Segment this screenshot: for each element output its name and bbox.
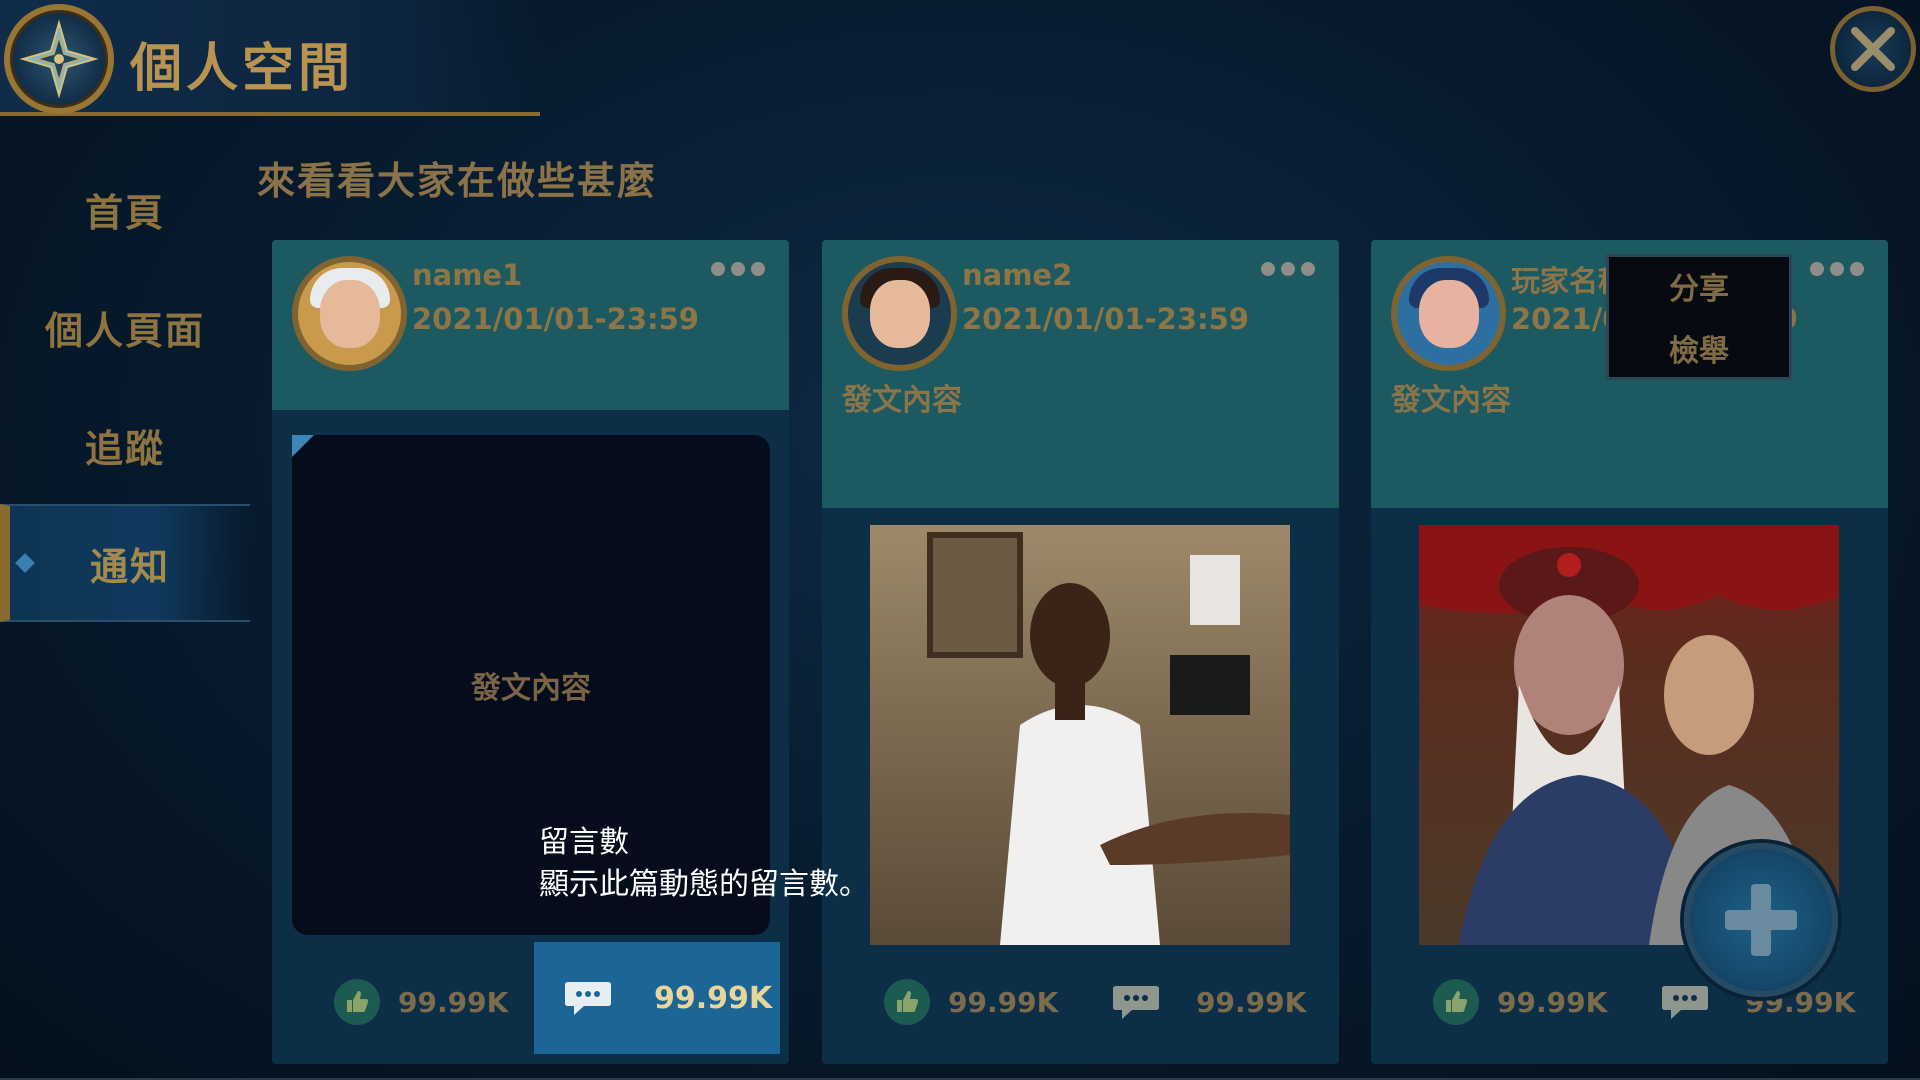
like-count: 99.99K — [948, 985, 1059, 1019]
thumbs-up-icon — [334, 979, 380, 1025]
post-header: name1 2021/01/01-23:59 — [272, 240, 789, 410]
close-icon — [1851, 27, 1895, 71]
sidebar-item-home[interactable]: 首頁 — [0, 150, 250, 268]
menu-item-share[interactable]: 分享 — [1669, 264, 1729, 308]
more-dots-icon — [731, 262, 745, 276]
more-dots-icon — [1281, 262, 1295, 276]
post-image-content — [927, 532, 1290, 945]
more-dots-icon — [1810, 262, 1824, 276]
active-indicator-icon — [15, 553, 35, 573]
plus-icon — [1725, 884, 1797, 956]
post-timestamp: 2021/01/01-23:59 — [962, 302, 1249, 336]
thumbs-up-icon — [1433, 979, 1479, 1025]
post-body-text: 發文內容 — [471, 671, 591, 706]
more-dots-icon — [1301, 262, 1315, 276]
sidebar-item-label: 個人頁面 — [44, 308, 205, 353]
post-header: name2 2021/01/01-23:59 發文內容 — [822, 240, 1339, 508]
more-options-button[interactable] — [707, 256, 769, 282]
avatar[interactable] — [292, 256, 407, 371]
like-stat[interactable]: 99.99K — [884, 970, 1058, 1034]
more-options-button[interactable] — [1257, 256, 1319, 282]
add-post-button[interactable] — [1684, 843, 1838, 997]
more-options-button[interactable] — [1806, 256, 1868, 282]
more-dots-icon — [1830, 262, 1844, 276]
page-title: 個人空間 — [130, 39, 355, 99]
post-card[interactable]: name1 2021/01/01-23:59 發文內容 99.99K 99.99… — [272, 240, 789, 1064]
post-image[interactable] — [870, 525, 1290, 945]
comment-stat[interactable]: 99.99K — [534, 942, 780, 1054]
comment-count: 99.99K — [654, 980, 773, 1016]
sidebar: 首頁 個人頁面 追蹤 通知 — [0, 150, 250, 622]
header-bar: 個人空間 — [0, 0, 540, 116]
like-count: 99.99K — [1497, 985, 1608, 1019]
avatar-face — [870, 280, 930, 348]
post-card[interactable]: name2 2021/01/01-23:59 發文內容 99.99K 99.99… — [822, 240, 1339, 1064]
post-content-label: 發文內容 — [1391, 383, 1511, 418]
avatar-face — [320, 280, 380, 348]
corner-marker-icon — [292, 435, 314, 457]
comment-bubble-icon — [565, 982, 611, 1015]
sidebar-item-label: 追蹤 — [84, 426, 165, 471]
post-timestamp: 2021/01/01-23:59 — [412, 302, 699, 336]
more-dots-icon — [1850, 262, 1864, 276]
sidebar-item-label: 首頁 — [84, 190, 165, 235]
sidebar-item-profile[interactable]: 個人頁面 — [0, 268, 250, 386]
like-count: 99.99K — [398, 985, 509, 1019]
sidebar-item-label: 通知 — [89, 544, 170, 589]
comment-bubble-icon — [1662, 986, 1708, 1019]
avatar[interactable] — [1391, 256, 1506, 371]
comment-bubble-icon — [1113, 986, 1159, 1019]
menu-item-report[interactable]: 檢舉 — [1669, 326, 1729, 370]
like-stat[interactable]: 99.99K — [1433, 970, 1607, 1034]
sidebar-item-following[interactable]: 追蹤 — [0, 386, 250, 504]
comment-stat[interactable]: 99.99K — [1112, 970, 1306, 1034]
more-dots-icon — [711, 262, 725, 276]
more-dots-icon — [751, 262, 765, 276]
avatar[interactable] — [842, 256, 957, 371]
comment-count: 99.99K — [1196, 985, 1307, 1019]
post-options-menu: 分享 檢舉 — [1606, 254, 1792, 380]
section-heading: 來看看大家在做些甚麼 — [257, 159, 658, 203]
more-dots-icon — [1261, 262, 1275, 276]
post-username[interactable]: name1 — [412, 258, 522, 292]
post-content-label: 發文內容 — [842, 383, 962, 418]
like-stat[interactable]: 99.99K — [334, 970, 508, 1034]
thumbs-up-icon — [884, 979, 930, 1025]
tooltip-description: 顯示此篇動態的留言數。 — [539, 867, 869, 902]
tutorial-tooltip: 留言數 顯示此篇動態的留言數。 — [539, 822, 869, 906]
avatar-face — [1419, 280, 1479, 348]
post-username[interactable]: name2 — [962, 258, 1072, 292]
tooltip-title: 留言數 — [539, 825, 629, 860]
sidebar-item-notifications[interactable]: 通知 — [0, 504, 250, 622]
close-button[interactable] — [1830, 6, 1916, 92]
compass-emblem-icon — [4, 4, 114, 114]
